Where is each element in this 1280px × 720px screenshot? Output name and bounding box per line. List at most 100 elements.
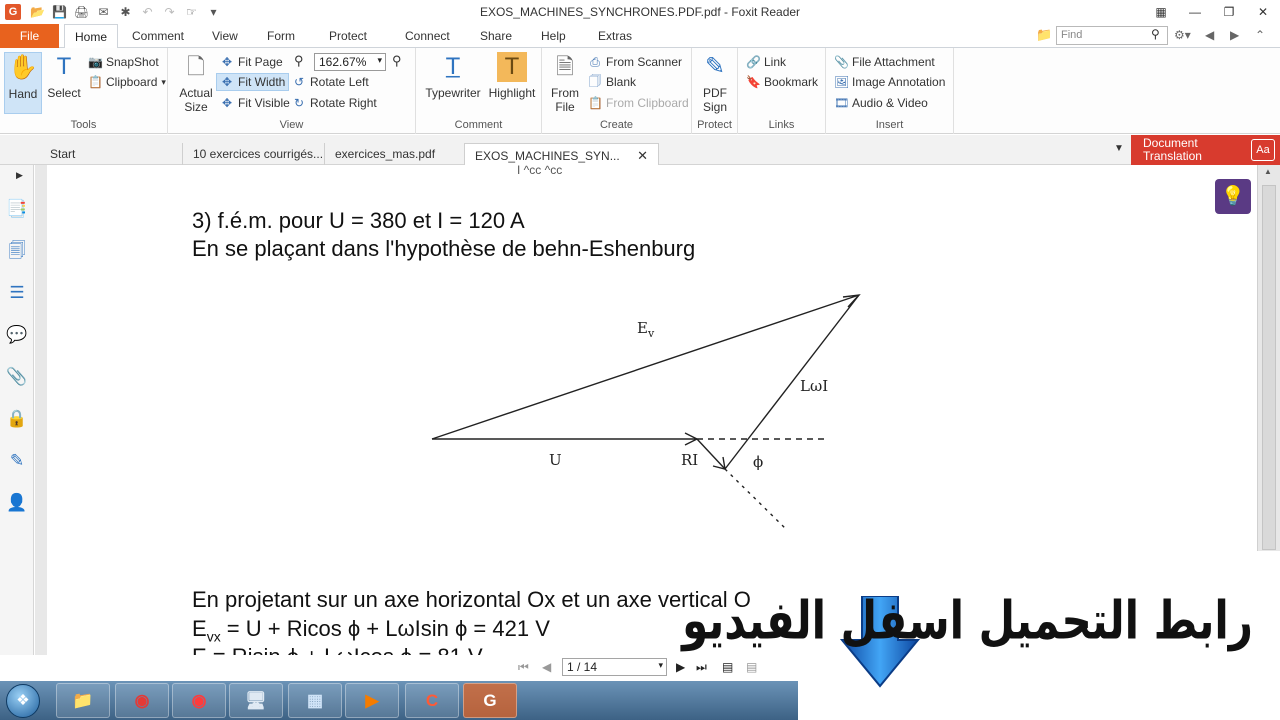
label-ev: Ev [637, 319, 655, 340]
from-scanner-button[interactable]: ⎙ From Scanner [588, 53, 682, 71]
tab-help[interactable]: Help [541, 24, 566, 48]
explorer-taskbar-icon[interactable]: 📁 [56, 683, 110, 718]
camtasia-taskbar-icon[interactable]: C [405, 683, 459, 718]
fit-width-icon: ✥ [221, 75, 233, 89]
highlight-button[interactable]: T Highlight [486, 52, 538, 114]
insert-group-label: Insert [875, 119, 904, 131]
hand-button[interactable]: ✋ Hand [4, 52, 42, 114]
vertical-scrollbar[interactable]: ▲ [1257, 165, 1280, 551]
typewriter-button[interactable]: T̲ Typewriter [424, 52, 482, 114]
find-folder-icon[interactable]: 📁 [1036, 27, 1052, 43]
tab-document-3-label: EXOS_MACHINES_SYN... [475, 149, 620, 163]
pages-panel-icon[interactable]: 🗐 [6, 240, 28, 262]
chrome-taskbar-icon[interactable]: ◉ [115, 683, 169, 718]
foxit-reader-taskbar-icon[interactable]: G [463, 683, 517, 718]
tab-home[interactable]: Home [64, 24, 119, 49]
pdf-sign-label-1: PDF [703, 86, 727, 100]
bookmark-button[interactable]: 🔖 Bookmark [746, 73, 818, 91]
security-panel-icon[interactable]: 🔒 [6, 408, 28, 430]
film-icon: 🎞 [834, 96, 850, 110]
from-clipboard-label: From Clipboard [606, 96, 689, 110]
first-page-icon[interactable]: ⏮ [518, 660, 529, 675]
last-page-icon[interactable]: ⏭ [696, 660, 707, 675]
user-panel-icon[interactable]: 👤 [6, 492, 28, 514]
tab-document-3[interactable]: EXOS_MACHINES_SYN... ✕ [464, 143, 659, 165]
phasor-diagram: Ev LωI U RI ϕ [431, 294, 861, 531]
scroll-up-icon[interactable]: ▲ [1264, 167, 1272, 176]
close-tab-icon[interactable]: ✕ [637, 148, 648, 163]
zoom-out-icon[interactable]: ⚲ [294, 53, 304, 69]
scroll-thumb[interactable] [1262, 185, 1276, 550]
view-group: 🗋 Actual Size ✥ Fit Page ✥ Fit Width ✥ F… [168, 48, 416, 134]
audio-video-button[interactable]: 🎞 Audio & Video [834, 94, 928, 112]
fit-visible-button[interactable]: ✥ Fit Visible [220, 94, 290, 112]
from-scanner-label: From Scanner [606, 55, 683, 69]
rotate-left-button[interactable]: ↺ Rotate Left [292, 73, 369, 91]
settings-icon[interactable]: ⚙▾ [1174, 28, 1191, 42]
facing-view-icon[interactable]: ▤ [746, 660, 757, 674]
tab-protect[interactable]: Protect [329, 24, 367, 48]
page-number-input[interactable]: 1 / 14 ▾ [562, 658, 667, 676]
tab-document-1[interactable]: 10 exercices courrigés... [182, 143, 333, 165]
video-editor-taskbar-icon[interactable]: ▶ [345, 683, 399, 718]
nav-forward-icon[interactable]: ▶ [1230, 28, 1239, 42]
continuous-view-icon[interactable]: ▤ [722, 660, 733, 674]
restore-button[interactable]: ❐ [1212, 0, 1246, 24]
file-tab[interactable]: File [0, 24, 59, 48]
search-icon[interactable]: ⚲ [1151, 27, 1160, 41]
previous-text-fragment: I ^cc ^cc [517, 165, 563, 177]
image-annotation-button[interactable]: 🖼 Image Annotation [834, 73, 945, 91]
from-clipboard-button[interactable]: 📋 From Clipboard [588, 94, 689, 112]
tab-document-2[interactable]: exercices_mas.pdf [324, 143, 445, 165]
link-button[interactable]: 🔗 Link [746, 53, 786, 71]
tab-comment[interactable]: Comment [132, 24, 184, 48]
tab-view[interactable]: View [212, 24, 238, 48]
fit-visible-icon: ✥ [221, 96, 233, 110]
tab-list-chevron-icon[interactable]: ▼ [1114, 143, 1124, 154]
tab-extras[interactable]: Extras [598, 24, 632, 48]
tab-start[interactable]: Start [40, 143, 85, 165]
next-page-icon[interactable]: ▶ [676, 660, 685, 674]
previous-page-icon[interactable]: ◀ [542, 660, 551, 674]
tips-lightbulb-icon[interactable]: 💡 [1215, 179, 1251, 214]
media-player-taskbar-icon[interactable]: ◉ [172, 683, 226, 718]
bookmarks-panel-icon[interactable]: 📑 [6, 198, 28, 220]
network-taskbar-icon[interactable]: 🖥 [229, 683, 283, 718]
rotate-right-button[interactable]: ↻ Rotate Right [292, 94, 377, 112]
tab-connect[interactable]: Connect [405, 24, 450, 48]
fit-width-label: Fit Width [238, 75, 286, 89]
pdf-sign-button[interactable]: ✎ PDF Sign [695, 52, 735, 114]
nav-back-icon[interactable]: ◀ [1205, 28, 1214, 42]
document-translation-button[interactable]: Document Translation Aa [1131, 135, 1280, 165]
chevron-down-icon: ▾ [161, 76, 166, 87]
collapse-ribbon-icon[interactable]: ⌃ [1255, 28, 1265, 42]
fit-visible-label: Fit Visible [238, 96, 290, 110]
select-button[interactable]: T Select [44, 52, 84, 114]
fit-page-button[interactable]: ✥ Fit Page [220, 53, 283, 71]
from-file-button[interactable]: 🗎 From File [548, 52, 582, 114]
link-icon: 🔗 [746, 55, 761, 69]
page-navigation: ⏮ ◀ 1 / 14 ▾ ▶ ⏭ ▤ ▤ [498, 655, 798, 681]
zoom-in-icon[interactable]: ⚲ [392, 53, 402, 69]
minimize-button[interactable]: — [1178, 0, 1212, 24]
blank-button[interactable]: 🗍 Blank [588, 73, 636, 91]
tab-form[interactable]: Form [267, 24, 295, 48]
grid-icon[interactable]: ▦ [1144, 0, 1178, 24]
fit-width-button[interactable]: ✥ Fit Width [216, 73, 290, 91]
expand-panel-icon[interactable]: ▶ [16, 170, 23, 181]
tab-share[interactable]: Share [480, 24, 512, 48]
close-window-button[interactable]: ✕ [1246, 0, 1280, 24]
layers-panel-icon[interactable]: ☰ [6, 282, 28, 304]
file-attachment-button[interactable]: 📎 File Attachment [834, 53, 935, 71]
actual-size-button[interactable]: 🗋 Actual Size [176, 52, 216, 114]
snapshot-button[interactable]: 📷 SnapShot [88, 53, 159, 71]
control-panel-taskbar-icon[interactable]: ▦ [288, 683, 342, 718]
signature-panel-icon[interactable]: ✎ [6, 450, 28, 472]
comments-panel-icon[interactable]: 💬 [6, 324, 28, 346]
attachments-panel-icon[interactable]: 📎 [6, 366, 28, 388]
clipboard-button[interactable]: 📋 Clipboard ▾ [88, 73, 166, 91]
translate-icon: Aa [1251, 139, 1275, 161]
windows-taskbar: ❖ 📁 ◉ ◉ 🖥 ▦ ▶ C G [0, 681, 798, 720]
zoom-select[interactable]: 162.67% ▾ [314, 53, 386, 71]
start-button[interactable]: ❖ [6, 684, 40, 718]
